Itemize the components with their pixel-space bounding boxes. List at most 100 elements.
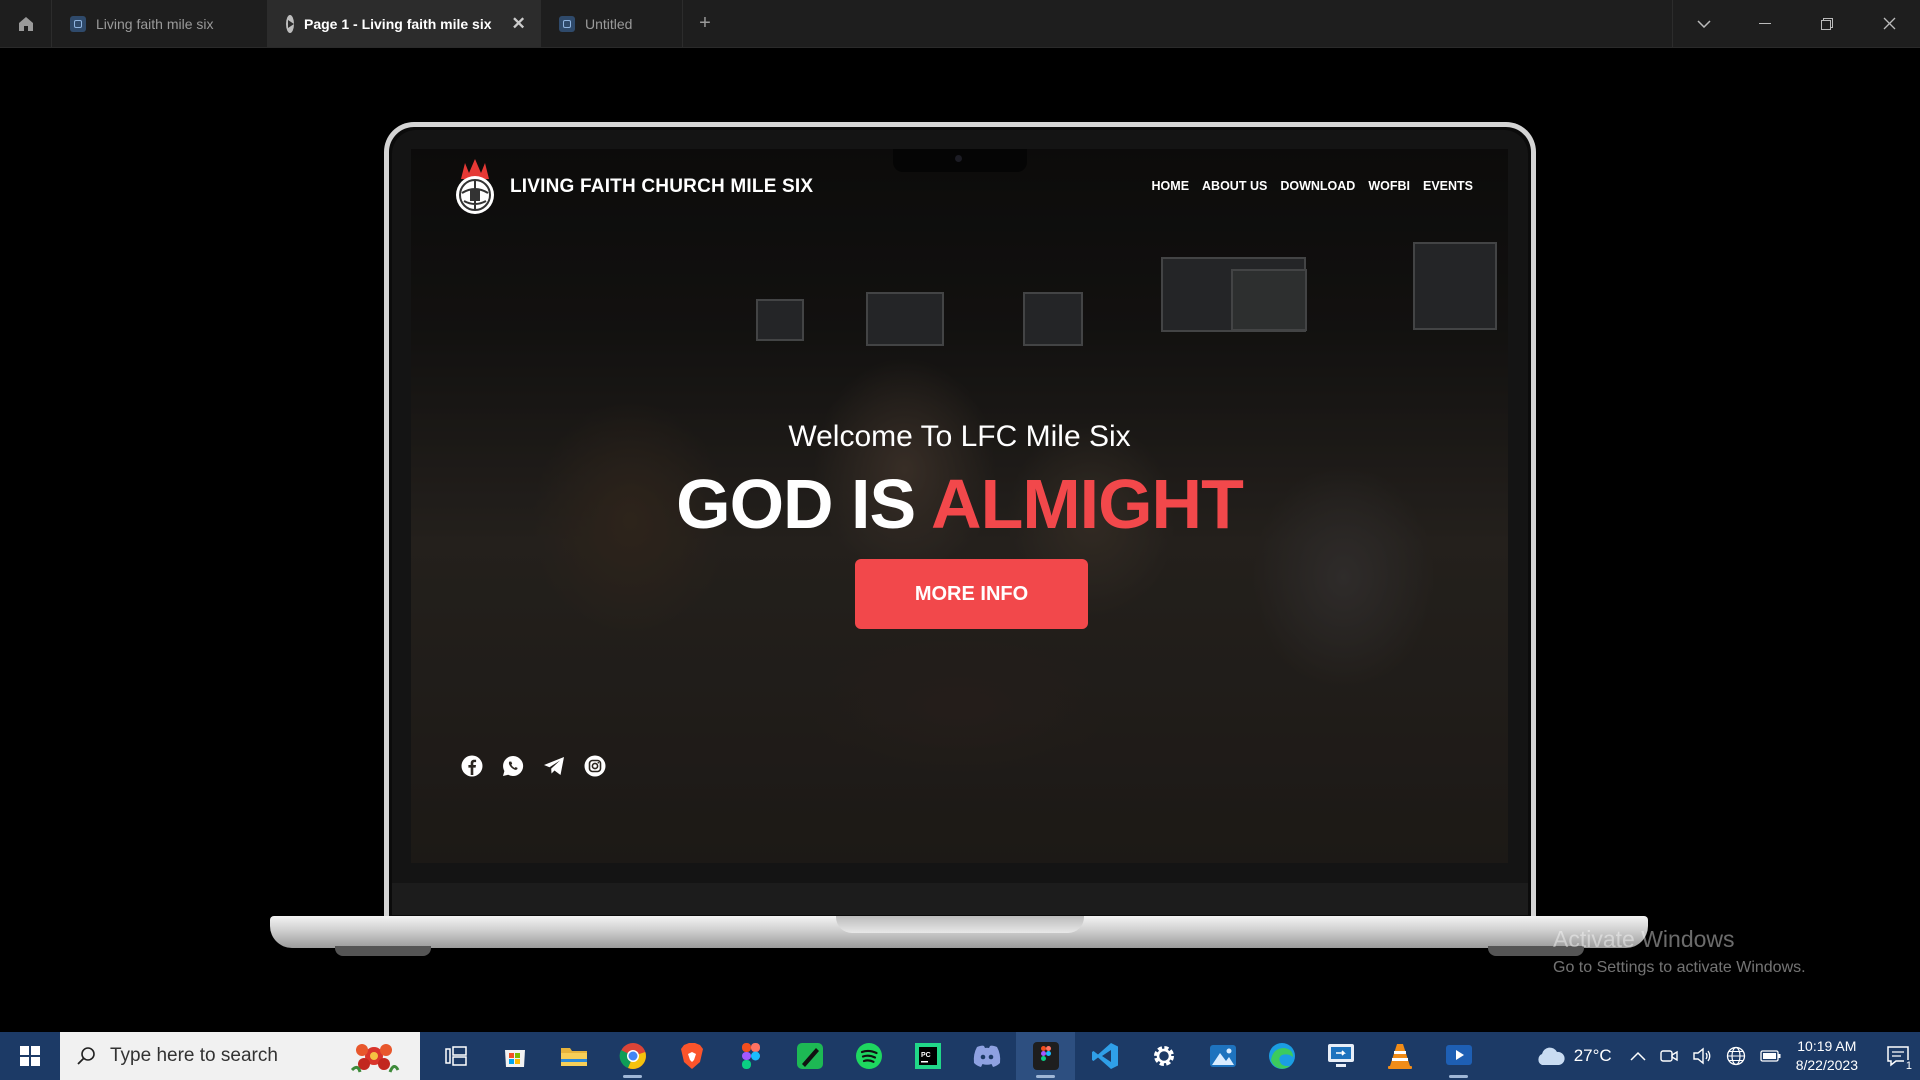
nav-about-us[interactable]: ABOUT US <box>1202 179 1267 193</box>
laptop-trackpad-notch <box>836 916 1084 933</box>
pen-app-icon <box>796 1043 823 1069</box>
store-icon <box>504 1050 525 1067</box>
headline-white: GOD IS <box>676 465 932 543</box>
search-highlight-flower-icon <box>350 1044 400 1073</box>
start-button[interactable] <box>0 1032 60 1080</box>
website-screen: LIVING FAITH CHURCH MILE SIX HOME ABOUT … <box>411 149 1508 863</box>
activate-windows-subtitle: Go to Settings to activate Windows. <box>1553 959 1806 976</box>
hero-headline: GOD IS ALMIGHT <box>411 464 1508 544</box>
remote-desktop-icon <box>1327 1044 1354 1067</box>
battery-icon[interactable] <box>1760 1049 1782 1063</box>
tabs-dropdown-button[interactable] <box>1672 0 1734 47</box>
minimize-button[interactable] <box>1734 0 1796 47</box>
taskbar-clock[interactable]: 10:19 AM 8/22/2023 <box>1796 1037 1858 1075</box>
tray-icons <box>1630 1046 1782 1066</box>
spotify-icon <box>855 1043 882 1069</box>
chrome-button[interactable] <box>603 1032 662 1080</box>
microsoft-store-button[interactable] <box>485 1032 544 1080</box>
vscode-button[interactable] <box>1075 1032 1134 1080</box>
settings-button[interactable] <box>1134 1032 1193 1080</box>
brave-icon <box>680 1043 703 1069</box>
weather-widget[interactable]: 27°C <box>1534 1046 1612 1066</box>
tab-label: Untitled <box>585 15 633 32</box>
weather-temp: 27°C <box>1573 1046 1612 1065</box>
remote-desktop-button[interactable] <box>1311 1032 1370 1080</box>
search-placeholder: Type here to search <box>110 1045 278 1066</box>
church-logo[interactable] <box>447 157 503 217</box>
tab-living-faith[interactable]: Living faith mile six <box>52 0 268 47</box>
prototype-play-icon <box>286 14 294 33</box>
nav-events[interactable]: EVENTS <box>1423 179 1473 193</box>
home-button[interactable] <box>0 0 52 47</box>
media-player-button[interactable] <box>1429 1032 1488 1080</box>
brave-button[interactable] <box>662 1032 721 1080</box>
photos-icon <box>1209 1045 1236 1067</box>
pycharm-icon: PC <box>914 1043 941 1069</box>
chrome-icon <box>619 1043 646 1069</box>
discord-button[interactable] <box>957 1032 1016 1080</box>
notification-count: 1 <box>1903 1060 1914 1072</box>
laptop-foot <box>335 946 431 956</box>
tab-label: Living faith mile six <box>96 15 214 32</box>
figma-button[interactable] <box>721 1032 780 1080</box>
tab-label: Page 1 - Living faith mile six <box>304 15 492 32</box>
file-explorer-button[interactable] <box>544 1032 603 1080</box>
tab-untitled[interactable]: Untitled <box>541 0 683 47</box>
windows-logo-icon <box>20 1046 40 1066</box>
nav-download[interactable]: DOWNLOAD <box>1280 179 1355 193</box>
tab-page-1[interactable]: Page 1 - Living faith mile six ✕ <box>268 0 541 47</box>
figma-file-icon <box>559 15 575 32</box>
svg-text:PC: PC <box>921 1052 931 1059</box>
welcome-text: Welcome To LFC Mile Six <box>788 420 1131 453</box>
task-view-button[interactable] <box>426 1032 485 1080</box>
restore-icon <box>1821 17 1833 30</box>
cloud-icon <box>1538 1047 1565 1065</box>
laptop-bezel-bottom <box>392 883 1528 915</box>
instagram-icon[interactable] <box>584 755 606 777</box>
chevron-up-icon[interactable] <box>1630 1051 1646 1061</box>
figma-icon <box>741 1043 760 1069</box>
volume-icon[interactable] <box>1692 1047 1712 1065</box>
discord-icon <box>973 1045 1000 1067</box>
new-tab-button[interactable]: + <box>683 0 727 47</box>
facebook-icon[interactable] <box>461 755 483 777</box>
windows-taskbar: Type here to search PC 27°C 10:19 AM 8/2… <box>0 1032 1920 1080</box>
nav-home[interactable]: HOME <box>1152 179 1190 193</box>
restore-button[interactable] <box>1796 0 1858 47</box>
folder-icon <box>560 1048 587 1066</box>
taskbar-search-box[interactable]: Type here to search <box>60 1032 420 1080</box>
media-player-icon <box>1445 1045 1472 1065</box>
figma-active-button[interactable] <box>1016 1032 1075 1080</box>
gear-icon <box>1153 1046 1174 1066</box>
whatsapp-icon[interactable] <box>502 755 524 777</box>
site-name[interactable]: LIVING FAITH CHURCH MILE SIX <box>510 176 813 198</box>
notification-center-button[interactable]: 1 <box>1876 1032 1920 1080</box>
minimize-icon <box>1759 22 1771 24</box>
clock-time: 10:19 AM <box>1797 1038 1857 1054</box>
close-tab-icon[interactable]: ✕ <box>512 14 526 34</box>
globe-icon[interactable] <box>1726 1046 1746 1066</box>
more-info-button[interactable]: MORE INFO <box>855 559 1088 629</box>
close-icon <box>1883 17 1895 30</box>
edge-icon <box>1268 1043 1295 1069</box>
vscode-icon <box>1091 1043 1118 1069</box>
close-window-button[interactable] <box>1858 0 1920 47</box>
vlc-icon <box>1387 1044 1412 1069</box>
home-icon <box>18 16 33 31</box>
task-view-icon <box>444 1046 467 1066</box>
photos-button[interactable] <box>1193 1032 1252 1080</box>
spotify-button[interactable] <box>839 1032 898 1080</box>
pycharm-button[interactable]: PC <box>898 1032 957 1080</box>
meet-now-icon[interactable] <box>1660 1047 1678 1065</box>
edge-button[interactable] <box>1252 1032 1311 1080</box>
laptop-camera-notch <box>893 149 1027 172</box>
activate-windows-title: Activate Windows <box>1553 926 1735 952</box>
figma-file-icon <box>70 15 86 32</box>
pen-app-button[interactable] <box>780 1032 839 1080</box>
main-nav: HOME ABOUT US DOWNLOAD WOFBI EVENTS <box>1152 179 1473 193</box>
taskbar-apps: PC <box>426 1032 1488 1080</box>
telegram-icon[interactable] <box>543 755 565 777</box>
nav-wofbi[interactable]: WOFBI <box>1368 179 1410 193</box>
social-links <box>461 755 606 777</box>
vlc-button[interactable] <box>1370 1032 1429 1080</box>
